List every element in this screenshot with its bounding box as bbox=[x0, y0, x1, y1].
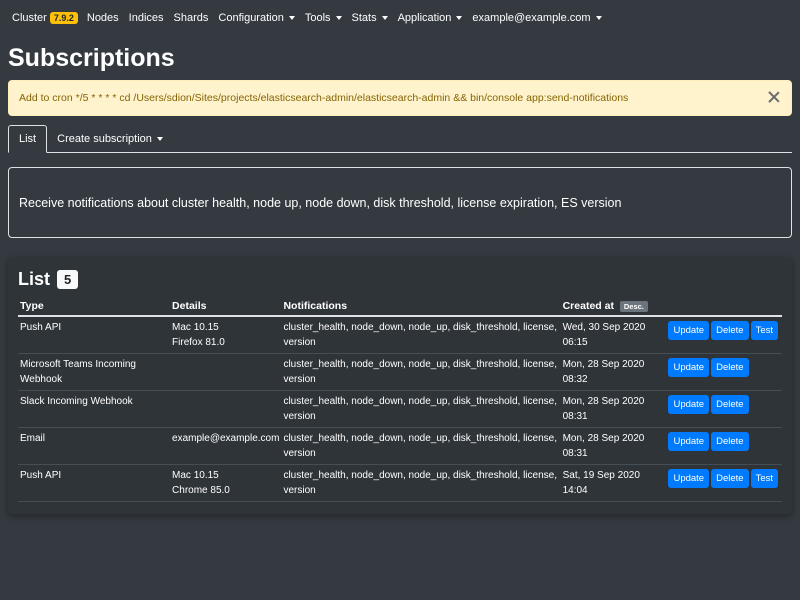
subscriptions-list-card: List 5 Type Details Notifications Create… bbox=[8, 258, 792, 514]
table-row: Push API Mac 10.15 Firefox 81.0 cluster_hea… bbox=[18, 316, 782, 354]
list-title: List bbox=[18, 269, 51, 289]
cell-notifications: cluster_health, node_down, node_up, disk… bbox=[281, 316, 561, 354]
chevron-down-icon bbox=[456, 16, 463, 20]
column-header-notifications: Notifications bbox=[281, 298, 561, 317]
list-header: List 5 bbox=[18, 269, 79, 290]
cell-actions: Update Delete Test bbox=[666, 464, 782, 502]
test-button[interactable]: Test bbox=[750, 469, 778, 488]
top-navbar: Cluster 7.9.2 Nodes Indices Shards Configur… bbox=[0, 0, 800, 36]
version-badge: 7.9.2 bbox=[49, 12, 78, 24]
nav-item-label: Configuration bbox=[218, 12, 284, 24]
cell-details: Mac 10.15 Chrome 85.0 bbox=[170, 464, 282, 502]
nav-item-application[interactable]: Application bbox=[398, 12, 463, 24]
cell-notifications: cluster_health, node_down, node_up, disk… bbox=[281, 464, 561, 502]
nav-item-label: Nodes bbox=[86, 12, 119, 24]
cell-created: Mon, 28 Sep 2020 08:31 bbox=[560, 427, 667, 465]
brand-label: Cluster bbox=[12, 12, 47, 24]
delete-button[interactable]: Delete bbox=[711, 432, 749, 451]
nav-item-indices[interactable]: Indices bbox=[129, 12, 164, 24]
cell-actions: Update Delete bbox=[666, 427, 782, 465]
nav-item-label: Application bbox=[397, 12, 452, 24]
details-line: Mac 10.15 bbox=[172, 470, 219, 481]
cell-created: Wed, 30 Sep 2020 06:15 bbox=[560, 316, 667, 354]
details-line: Chrome 85.0 bbox=[172, 485, 230, 496]
table-row: Slack Incoming Webhook cluster_health, no… bbox=[18, 390, 782, 428]
tab-list[interactable]: List bbox=[8, 125, 48, 153]
column-header-actions bbox=[666, 298, 782, 317]
cell-type: Slack Incoming Webhook bbox=[18, 390, 171, 428]
cell-created: Mon, 28 Sep 2020 08:31 bbox=[560, 390, 667, 428]
update-button[interactable]: Update bbox=[668, 432, 710, 451]
cell-type: Push API bbox=[18, 464, 171, 502]
sort-desc-badge[interactable]: Desc. bbox=[619, 300, 648, 312]
update-button[interactable]: Update bbox=[668, 395, 710, 414]
chevron-down-icon bbox=[335, 16, 342, 20]
nav-item-label: Tools bbox=[304, 12, 331, 24]
test-button[interactable]: Test bbox=[750, 321, 778, 340]
update-button[interactable]: Update bbox=[668, 321, 710, 340]
nav-item-tools[interactable]: Tools bbox=[305, 12, 342, 24]
delete-button[interactable]: Delete bbox=[711, 395, 749, 414]
chevron-down-icon bbox=[156, 136, 163, 141]
table-row: Push API Mac 10.15 Chrome 85.0 cluster_heal… bbox=[18, 464, 782, 502]
delete-button[interactable]: Delete bbox=[711, 321, 749, 340]
delete-button[interactable]: Delete bbox=[711, 358, 749, 377]
delete-button[interactable]: Delete bbox=[711, 469, 749, 488]
subscriptions-table: Type Details Notifications Created at De… bbox=[18, 298, 782, 502]
nav-item-label: example@example.com bbox=[472, 12, 591, 24]
cell-actions: Update Delete bbox=[666, 390, 782, 428]
nav-item-stats[interactable]: Stats bbox=[352, 12, 388, 24]
cell-notifications: cluster_health, node_down, node_up, disk… bbox=[281, 390, 561, 428]
count-badge: 5 bbox=[57, 270, 79, 289]
tab-create-subscription[interactable]: Create subscription bbox=[47, 125, 173, 152]
column-header-details: Details bbox=[170, 298, 282, 317]
cell-details bbox=[170, 353, 282, 391]
nav-item-label: Indices bbox=[128, 12, 164, 24]
nav-brand-cluster[interactable]: Cluster 7.9.2 bbox=[12, 12, 78, 24]
table-row: Microsoft Teams Incoming Webhook cluster_… bbox=[18, 353, 782, 391]
cell-details bbox=[170, 390, 282, 428]
table-header-row: Type Details Notifications Created at De… bbox=[18, 298, 782, 317]
nav-item-shards[interactable]: Shards bbox=[174, 12, 209, 24]
nav-item-configuration[interactable]: Configuration bbox=[218, 12, 295, 24]
nav-item-example-example-com[interactable]: example@example.com bbox=[472, 12, 602, 24]
nav-item-label: Stats bbox=[351, 12, 377, 24]
close-icon[interactable] bbox=[767, 90, 781, 104]
chevron-down-icon bbox=[381, 16, 388, 20]
cell-created: Sat, 19 Sep 2020 14:04 bbox=[560, 464, 667, 502]
details-line: Firefox 81.0 bbox=[172, 337, 225, 348]
tab-create-label: Create subscription bbox=[57, 132, 152, 145]
cell-type: Email bbox=[18, 427, 171, 465]
tab-bar: List Create subscription bbox=[8, 125, 792, 153]
cell-actions: Update Delete Test bbox=[666, 316, 782, 354]
details-line: example@example.com bbox=[172, 433, 280, 444]
cell-actions: Update Delete bbox=[666, 353, 782, 391]
table-row: Email example@example.com cluster_health, … bbox=[18, 427, 782, 465]
cell-type: Push API bbox=[18, 316, 171, 354]
page-title: Subscriptions bbox=[8, 44, 175, 72]
nav-item-label: Shards bbox=[173, 12, 209, 24]
details-line: Mac 10.15 bbox=[172, 322, 219, 333]
cell-created: Mon, 28 Sep 2020 08:32 bbox=[560, 353, 667, 391]
created-header-label: Created at bbox=[562, 300, 614, 312]
tab-list-label: List bbox=[19, 133, 37, 145]
cron-alert: Add to cron */5 * * * * cd /Users/sdion/… bbox=[8, 80, 792, 116]
update-button[interactable]: Update bbox=[668, 358, 710, 377]
info-card: Receive notifications about cluster heal… bbox=[8, 167, 792, 238]
cell-type: Microsoft Teams Incoming Webhook bbox=[18, 353, 171, 391]
alert-text: Add to cron */5 * * * * cd /Users/sdion/… bbox=[19, 92, 629, 104]
chevron-down-icon bbox=[288, 16, 295, 20]
cell-notifications: cluster_health, node_down, node_up, disk… bbox=[281, 353, 561, 391]
update-button[interactable]: Update bbox=[668, 469, 710, 488]
table-body: Push API Mac 10.15 Firefox 81.0 cluster_hea… bbox=[18, 316, 782, 502]
cell-details: Mac 10.15 Firefox 81.0 bbox=[170, 316, 282, 354]
chevron-down-icon bbox=[595, 16, 602, 20]
cell-details: example@example.com bbox=[170, 427, 282, 465]
column-header-created[interactable]: Created at Desc. bbox=[560, 298, 667, 317]
nav-item-nodes[interactable]: Nodes bbox=[87, 12, 119, 24]
nav-items: Nodes Indices Shards Configuration Tools Stat… bbox=[87, 12, 612, 24]
column-header-type: Type bbox=[18, 298, 171, 317]
cell-notifications: cluster_health, node_down, node_up, disk… bbox=[281, 427, 561, 465]
info-text: Receive notifications about cluster heal… bbox=[19, 195, 622, 210]
